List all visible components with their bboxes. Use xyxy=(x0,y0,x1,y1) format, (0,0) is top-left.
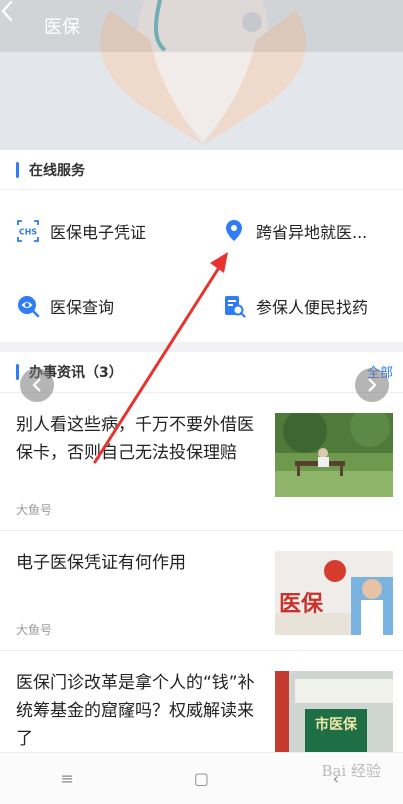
service-find-medicine[interactable]: 参保人便民找药 xyxy=(222,286,368,326)
service-label: 医保查询 xyxy=(50,298,115,317)
watermark: Bai 经验 xyxy=(321,762,381,780)
online-services-heading: 在线服务 xyxy=(29,162,85,179)
hero-banner: 医保 xyxy=(0,0,403,150)
chevron-left-icon xyxy=(32,378,41,392)
thumbnail-text: 医保 xyxy=(279,592,324,617)
thumbnail-text: 市医保 xyxy=(315,716,358,733)
home-button[interactable]: ▢ xyxy=(171,759,231,799)
news-item[interactable]: 别人看这些病，千万不要外借医保卡，否则自己无法投保理赔 大鱼号 xyxy=(0,392,403,530)
news-section: 办事资讯（3） 全部 别人看这些病，千万不要外借医保卡，否则自己无法投保理赔 大… xyxy=(0,352,403,753)
chevron-left-icon xyxy=(1,0,13,22)
location-pin-icon xyxy=(222,219,246,243)
service-label: 跨省异地就医... xyxy=(256,223,368,242)
carousel-prev-button[interactable] xyxy=(20,368,54,402)
news-item[interactable]: 电子医保凭证有何作用 大鱼号 医保 xyxy=(0,530,403,650)
news-thumbnail: 医保 xyxy=(275,551,393,635)
online-services-header: 在线服务 xyxy=(0,150,403,190)
news-title: 别人看这些病，千万不要外借医保卡，否则自己无法投保理赔 xyxy=(16,415,254,463)
online-services-card: 在线服务 CHS 医保电子凭证 跨省异地就医... 医保查询 参保人便民找药 xyxy=(0,150,403,342)
menu-icon: ≡ xyxy=(60,769,74,788)
service-cross-province[interactable]: 跨省异地就医... xyxy=(222,211,367,251)
news-header: 办事资讯（3） 全部 xyxy=(0,352,403,392)
service-query[interactable]: 医保查询 xyxy=(16,286,114,326)
news-source: 大鱼号 xyxy=(16,503,53,517)
news-thumbnail xyxy=(275,413,393,497)
menu-button[interactable]: ≡ xyxy=(37,759,97,799)
top-bar: 医保 xyxy=(0,0,403,52)
back-button[interactable] xyxy=(0,0,40,52)
search-eye-icon xyxy=(16,294,40,318)
news-title: 电子医保凭证有何作用 xyxy=(16,553,186,573)
page-title: 医保 xyxy=(44,17,80,38)
news-item[interactable]: 医保门诊改革是拿个人的“钱”补统筹基金的窟窿吗？权威解读来了 市医保 xyxy=(0,650,403,753)
section-accent-bar xyxy=(16,161,19,178)
home-icon: ▢ xyxy=(193,769,210,788)
news-title: 医保门诊改革是拿个人的“钱”补统筹基金的窟窿吗？权威解读来了 xyxy=(16,673,255,749)
news-source: 大鱼号 xyxy=(16,623,53,637)
medicine-search-icon xyxy=(222,294,246,318)
service-label: 医保电子凭证 xyxy=(50,223,147,242)
carousel-next-button[interactable] xyxy=(355,368,389,402)
news-thumbnail: 市医保 xyxy=(275,671,393,753)
chevron-right-icon xyxy=(368,378,377,392)
service-label: 参保人便民找药 xyxy=(256,298,369,317)
svg-text:CHS: CHS xyxy=(19,228,38,237)
section-accent-bar xyxy=(16,364,19,380)
service-e-voucher[interactable]: CHS 医保电子凭证 xyxy=(16,211,146,251)
chs-card-icon: CHS xyxy=(16,219,40,243)
